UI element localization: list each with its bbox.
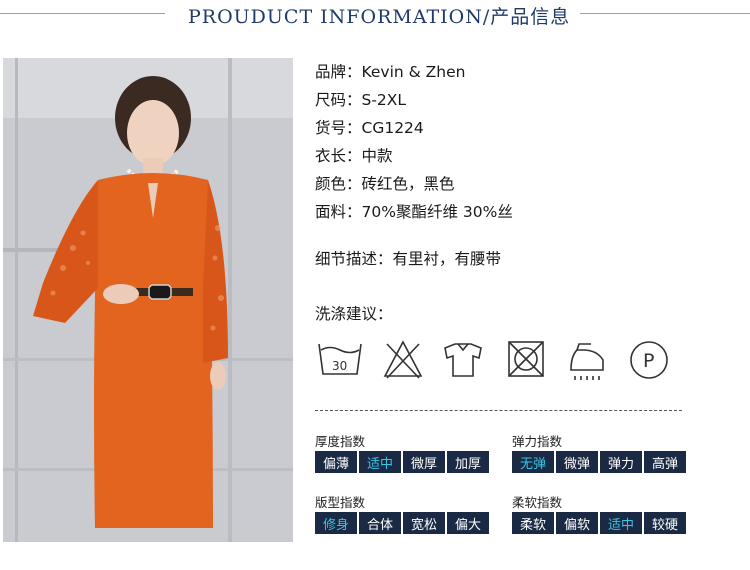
section-header: PROUDUCT INFORMATION/产品信息 [0, 0, 750, 32]
thickness-index: 厚度指数 偏薄 适中 微厚 加厚 [315, 431, 491, 473]
softness-option: 偏软 [556, 512, 598, 534]
info-fabric: 面料：70%聚酯纤维 30%丝 [315, 203, 513, 221]
header-divider-left [0, 13, 165, 14]
elasticity-option: 弹力 [600, 451, 642, 473]
info-brand: 品牌：Kevin & Zhen [315, 63, 466, 81]
no-tumble-dry-icon [508, 341, 544, 377]
product-photo [3, 58, 293, 542]
iron-icon [570, 343, 604, 380]
wash-30-icon: 30 [318, 343, 362, 375]
dryclean-label: P [643, 350, 654, 372]
thickness-index-title: 厚度指数 [315, 434, 366, 449]
thickness-option: 加厚 [447, 451, 489, 473]
softness-index-title: 柔软指数 [512, 495, 563, 510]
info-color: 颜色：砖红色，黑色 [315, 175, 455, 193]
softness-option-selected: 适中 [600, 512, 642, 534]
elasticity-index-title: 弹力指数 [512, 434, 563, 449]
thickness-option: 偏薄 [315, 451, 357, 473]
section-title: PROUDUCT INFORMATION/产品信息 [188, 6, 571, 28]
info-detail: 细节描述：有里衬，有腰带 [315, 250, 502, 268]
professional-dry-clean-icon: P [630, 341, 668, 379]
elasticity-option: 微弹 [556, 451, 598, 473]
fit-index-title: 版型指数 [315, 495, 366, 510]
wash-temp-label: 30 [332, 359, 347, 373]
fit-index: 版型指数 修身 合体 宽松 偏大 [315, 492, 491, 534]
elasticity-option-selected: 无弹 [512, 451, 554, 473]
header-divider-right [580, 13, 750, 14]
softness-option: 柔软 [512, 512, 554, 534]
fit-option: 合体 [359, 512, 401, 534]
fit-option: 宽松 [403, 512, 445, 534]
no-bleach-icon [383, 340, 423, 379]
fit-option: 偏大 [447, 512, 489, 534]
info-size: 尺码：S-2XL [315, 91, 407, 109]
softness-index: 柔软指数 柔软 偏软 适中 较硬 [512, 492, 688, 534]
softness-option: 较硬 [644, 512, 686, 534]
wash-icons: 30 P [318, 340, 668, 380]
fit-option-selected: 修身 [315, 512, 357, 534]
thickness-option-selected: 适中 [359, 451, 401, 473]
elasticity-option: 高弹 [644, 451, 686, 473]
hang-dry-icon [444, 343, 482, 377]
wash-title: 洗涤建议： [315, 305, 393, 323]
elasticity-index: 弹力指数 无弹 微弹 弹力 高弹 [512, 431, 688, 473]
info-item-number: 货号：CG1224 [315, 119, 424, 137]
section-divider [315, 410, 682, 411]
info-length: 衣长：中款 [315, 147, 393, 165]
thickness-option: 微厚 [403, 451, 445, 473]
